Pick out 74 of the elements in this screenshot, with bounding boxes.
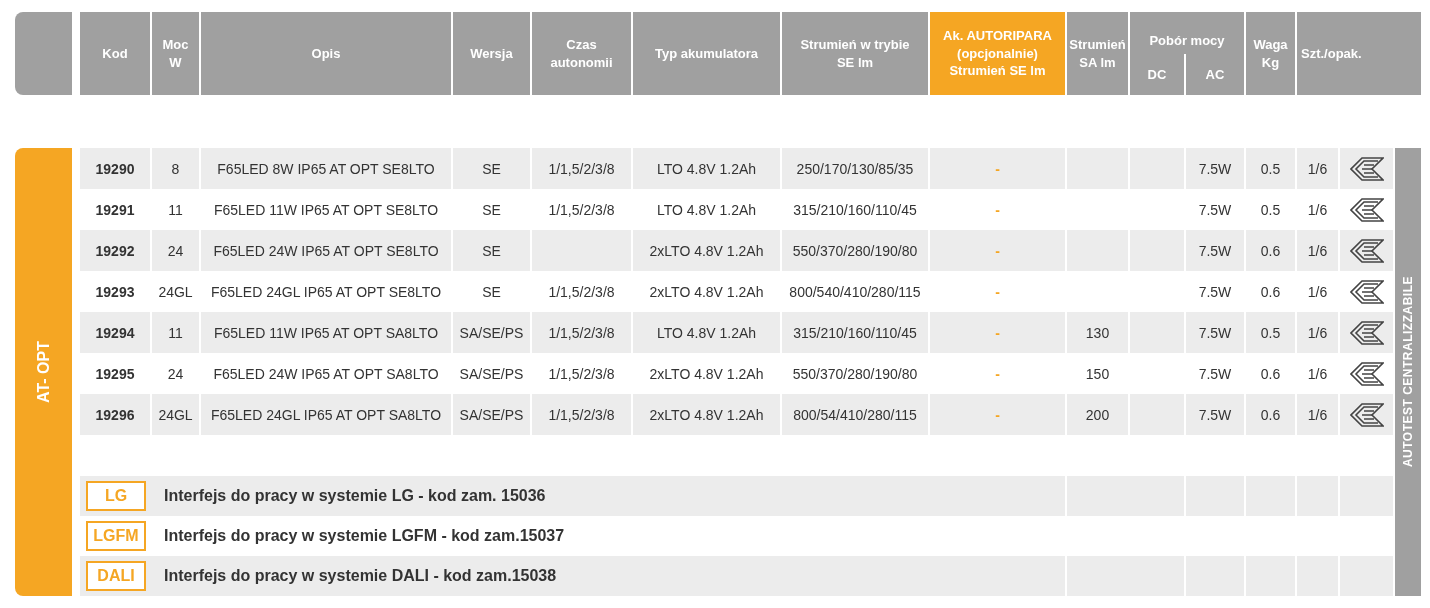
table-cell: F65LED 24GL IP65 AT OPT SA8LTO (201, 394, 451, 435)
chevron-logo-icon (1349, 156, 1384, 181)
table-cell: 19294 (80, 312, 150, 353)
table-cell: 19292 (80, 230, 150, 271)
chevron-logo-icon (1349, 361, 1384, 386)
table-cell: LTO 4.8V 1.2Ah (633, 148, 780, 189)
table-cell: 24GL (152, 394, 199, 435)
table-cell: 2xLTO 4.8V 1.2Ah (633, 394, 780, 435)
table-cell: 1/6 (1297, 148, 1338, 189)
column-header: DC (1130, 54, 1184, 95)
table-cell: 19296 (80, 394, 150, 435)
interface-badge: LGFM (86, 521, 146, 551)
column-header: Opis (201, 12, 451, 95)
column-header: Strumień w trybie SE lm (782, 12, 928, 95)
table-cell: 800/54/410/280/115 (782, 394, 928, 435)
interface-badge: LG (86, 481, 146, 511)
table-cell: 7.5W (1186, 394, 1244, 435)
side-bar-label: AUTOTEST CENTRALIZZABILE (1401, 276, 1415, 468)
table-cell: 250/170/130/85/35 (782, 148, 928, 189)
column-header: Wersja (453, 12, 530, 95)
table-cell: F65LED 8W IP65 AT OPT SE8LTO (201, 148, 451, 189)
chevron-logo-icon (1349, 320, 1384, 345)
column-header: AC (1186, 54, 1244, 95)
table-cell: 2xLTO 4.8V 1.2Ah (633, 230, 780, 271)
table-cell: 315/210/160/110/45 (782, 312, 928, 353)
column-header: Szt./opak. (1297, 12, 1421, 95)
interface-description: Interfejs do pracy w systemie DALI - kod zam.15038 (164, 567, 557, 585)
chevron-logo-icon (1349, 238, 1384, 263)
table-cell: 24 (152, 230, 199, 271)
interface-badge: DALI (86, 561, 146, 591)
table-cell: 19290 (80, 148, 150, 189)
table-cell: 0.5 (1246, 312, 1295, 353)
table-cell: 7.5W (1186, 312, 1244, 353)
table-cell: 550/370/280/190/80 (782, 230, 928, 271)
table-cell: 1/6 (1297, 312, 1338, 353)
column-header: Strumień SA lm (1067, 12, 1128, 95)
table-cell: - (930, 394, 1065, 435)
table-cell: 1/1,5/2/3/8 (532, 148, 631, 189)
category-label: AT- OPT (34, 341, 53, 403)
table-cell: SA/SE/PS (453, 394, 530, 435)
table-cell: 1/1,5/2/3/8 (532, 312, 631, 353)
chevron-logo-icon (1349, 402, 1384, 427)
table-cell: 7.5W (1186, 148, 1244, 189)
interface-description: Interfejs do pracy w systemie LG - kod zam. 15036 (164, 487, 546, 505)
table-cell: 7.5W (1186, 230, 1244, 271)
table-cell: - (930, 230, 1065, 271)
table-cell: F65LED 24W IP65 AT OPT SE8LTO (201, 230, 451, 271)
table-cell: F65LED 11W IP65 AT OPT SA8LTO (201, 312, 451, 353)
table-cell: 1/1,5/2/3/8 (532, 394, 631, 435)
table-cell: 11 (152, 312, 199, 353)
column-header: Typ akumulatora (633, 12, 780, 95)
table-cell: SE (453, 148, 530, 189)
column-header: Czas autonomii (532, 12, 631, 95)
table-cell: - (930, 312, 1065, 353)
column-header: Ak. AUTORIPARA (opcjonalnie) Strumień SE lm (930, 12, 1065, 95)
table-cell: 0.6 (1246, 230, 1295, 271)
table-cell: 1/6 (1297, 394, 1338, 435)
table-cell: SE (453, 230, 530, 271)
chevron-logo-icon (1349, 279, 1384, 304)
table-cell: LTO 4.8V 1.2Ah (633, 312, 780, 353)
table-cell: - (930, 148, 1065, 189)
chevron-logo-icon (1349, 197, 1384, 222)
table-cell: 0.6 (1246, 394, 1295, 435)
column-header: Pobór mocy (1130, 12, 1244, 54)
column-header: Kod (80, 12, 150, 95)
table-cell: SA/SE/PS (453, 312, 530, 353)
table-cell: 200 (1067, 394, 1128, 435)
table-cell: 130 (1067, 312, 1128, 353)
column-header: Moc W (152, 12, 199, 95)
table-cell: 8 (152, 148, 199, 189)
table-cell: 0.5 (1246, 148, 1295, 189)
column-header: Waga Kg (1246, 12, 1295, 95)
table-cell: 1/6 (1297, 230, 1338, 271)
interface-description: Interfejs do pracy w systemie LGFM - kod zam.15037 (164, 527, 565, 545)
